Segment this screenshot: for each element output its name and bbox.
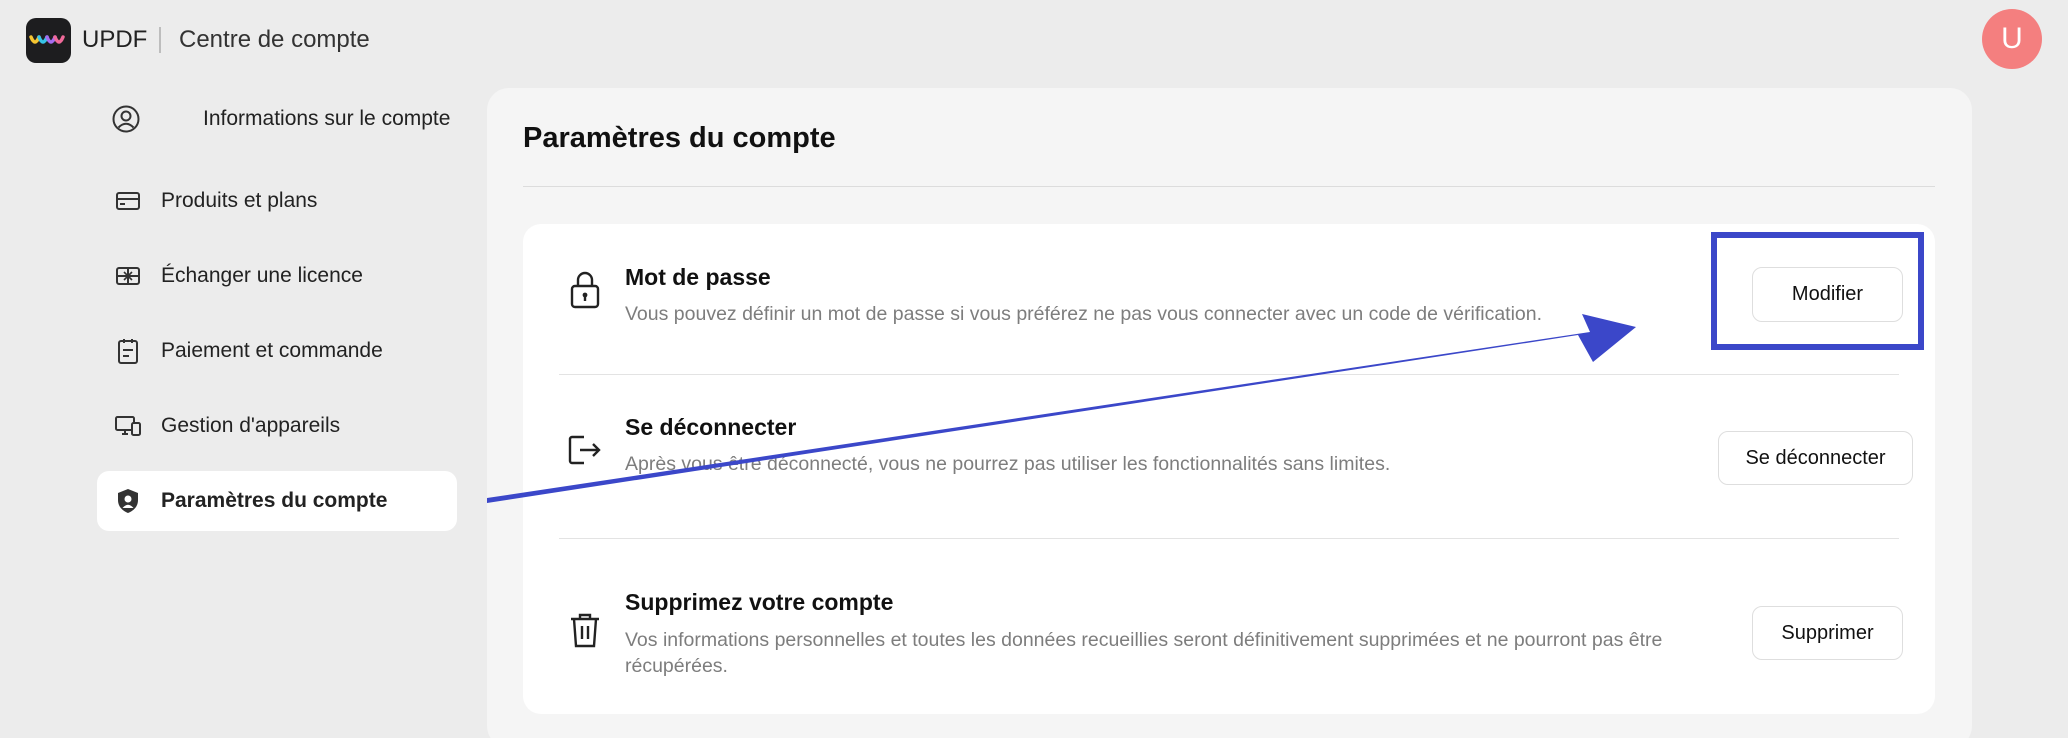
row-title: Supprimez votre compte [625, 589, 894, 615]
updf-logo[interactable] [26, 18, 71, 63]
delete-account-button[interactable]: Supprimer [1752, 606, 1903, 660]
shield-user-icon [113, 486, 143, 516]
user-avatar[interactable]: U [1982, 9, 2042, 69]
brand-name: UPDF [82, 26, 148, 53]
row-description: Vous pouvez définir un mot de passe si v… [625, 303, 1543, 325]
settings-row-delete-account: Supprimez votre compte Vos informations … [559, 538, 1899, 714]
header-divider [159, 27, 161, 53]
settings-row-logout: Se déconnecter Après vous être déconnect… [559, 374, 1899, 538]
logout-button[interactable]: Se déconnecter [1718, 431, 1913, 485]
sidebar-item-label: Paramètres du compte [161, 489, 388, 512]
page-title: Paramètres du compte [523, 122, 836, 154]
sidebar-item-products[interactable]: Produits et plans [97, 171, 457, 231]
title-divider [523, 186, 1935, 187]
sidebar-item-label: Échanger une licence [161, 264, 363, 287]
sidebar-item-devices[interactable]: Gestion d'appareils [97, 396, 457, 456]
logout-icon [565, 430, 605, 470]
gift-card-icon [113, 261, 143, 291]
avatar-initial: U [2001, 22, 2023, 55]
settings-card: Mot de passe Vous pouvez définir un mot … [523, 224, 1935, 714]
sidebar-item-redeem-license[interactable]: Échanger une licence [97, 246, 457, 306]
sidebar-item-payment[interactable]: Paiement et commande [97, 321, 457, 381]
card-icon [113, 186, 143, 216]
sidebar-item-account-settings[interactable]: Paramètres du compte [97, 471, 457, 531]
trash-icon [565, 610, 605, 650]
sidebar-item-label: Informations sur le compte [203, 107, 451, 130]
devices-icon [113, 411, 143, 441]
row-description: Après vous être déconnecté, vous ne pour… [625, 453, 1391, 475]
row-title: Mot de passe [625, 264, 771, 290]
clipboard-icon [113, 336, 143, 366]
lock-icon [565, 270, 605, 310]
row-title: Se déconnecter [625, 414, 797, 440]
main-panel: Paramètres du compte Mot de passe Vous p… [487, 88, 1972, 738]
sidebar-item-label: Produits et plans [161, 189, 318, 212]
header-title: Centre de compte [179, 26, 370, 53]
modify-password-button[interactable]: Modifier [1752, 267, 1903, 322]
user-circle-icon [111, 104, 141, 134]
updf-logo-icon [28, 34, 65, 44]
row-description: Vos informations personnelles et toutes … [625, 629, 1663, 677]
sidebar-item-account-info[interactable]: Informations sur le compte [97, 89, 457, 149]
sidebar-item-label: Gestion d'appareils [161, 414, 341, 437]
sidebar-item-label: Paiement et commande [161, 339, 383, 362]
settings-row-password: Mot de passe Vous pouvez définir un mot … [559, 224, 1899, 374]
